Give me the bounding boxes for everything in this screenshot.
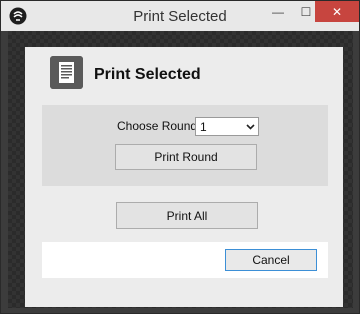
print-selected-window: Print Selected — ☐ ✕ Print Selected Choo…: [0, 0, 360, 314]
chevron-down-icon: [246, 124, 255, 130]
print-all-button[interactable]: Print All: [116, 202, 258, 229]
dialog-content: Print Selected Choose Round 1 Print Roun…: [25, 47, 343, 307]
document-icon: [50, 56, 83, 89]
round-select-value: 1: [200, 120, 207, 134]
title-bar[interactable]: Print Selected — ☐ ✕: [1, 1, 359, 31]
round-panel: Choose Round 1 Print Round: [42, 105, 328, 186]
close-button[interactable]: ✕: [315, 1, 359, 22]
choose-round-label: Choose Round: [117, 119, 198, 133]
cancel-button[interactable]: Cancel: [225, 249, 317, 271]
print-round-button[interactable]: Print Round: [115, 144, 257, 170]
round-select[interactable]: 1: [195, 117, 259, 136]
window-frame: Print Selected Choose Round 1 Print Roun…: [8, 31, 353, 308]
dialog-heading: Print Selected: [94, 66, 201, 83]
minimize-button[interactable]: —: [264, 1, 292, 23]
dialog-footer: Cancel: [42, 242, 328, 278]
